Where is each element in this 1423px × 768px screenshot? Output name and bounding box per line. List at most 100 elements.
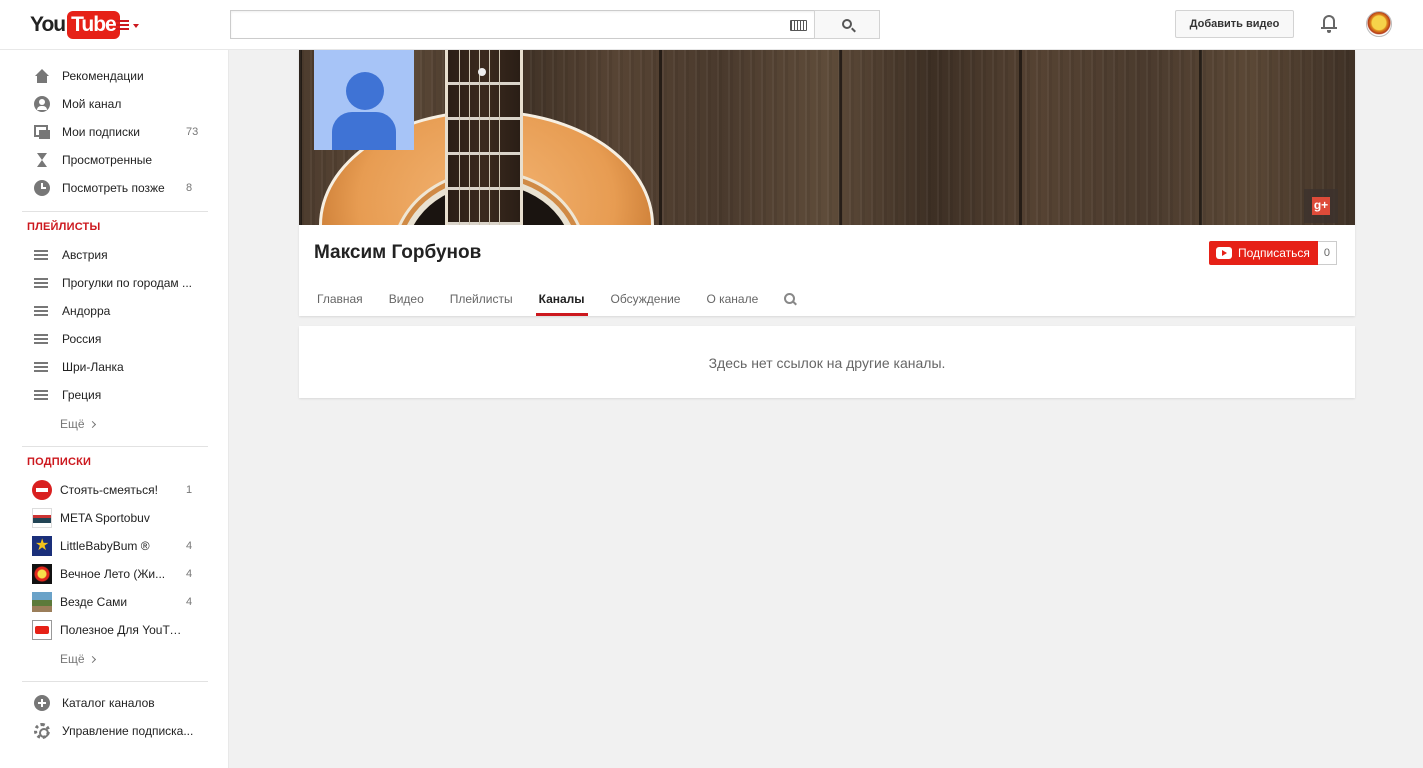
keyboard-icon[interactable]: [790, 20, 807, 31]
sidebar-item-label: Вечное Лето (Жи...: [60, 567, 166, 581]
channel-thumbnail: [32, 536, 52, 556]
tab-playlists[interactable]: Плейлисты: [450, 286, 513, 316]
sidebar-item-label: Стоять-смеяться!: [60, 483, 158, 497]
sidebar-item-label: Мой канал: [62, 97, 122, 111]
home-icon: [34, 68, 50, 84]
sidebar-item-subscription[interactable]: Стоять-смеяться! 1: [22, 476, 208, 504]
sidebar-item-playlist[interactable]: Россия: [22, 325, 208, 353]
more-label: Ещё: [60, 417, 85, 431]
history-icon: [34, 152, 50, 168]
sidebar-item-label: Каталог каналов: [62, 696, 155, 710]
search-button[interactable]: [814, 10, 880, 39]
subscriptions-heading[interactable]: ПОДПИСКИ: [27, 456, 91, 468]
sidebar-item-history[interactable]: Просмотренные: [22, 146, 208, 174]
google-plus-icon: g+: [1312, 197, 1330, 215]
search-box: [230, 10, 815, 39]
sidebar-item-count: 4: [186, 540, 193, 552]
channel-header: g+ Максим Горбунов Подписаться 0 Главная…: [299, 50, 1355, 316]
sidebar-item-watch-later[interactable]: Посмотреть позже 8: [22, 174, 208, 202]
playlist-icon: [34, 303, 50, 319]
youtube-play-icon: [1216, 247, 1232, 259]
sidebar-item-recommended[interactable]: Рекомендации: [22, 62, 208, 90]
sidebar-item-label: Прогулки по городам ...: [62, 276, 193, 290]
watch-later-icon: [34, 180, 50, 196]
sidebar-item-label: Андорра: [62, 304, 111, 318]
playlists-heading[interactable]: ПЛЕЙЛИСТЫ: [27, 221, 100, 233]
tab-channels[interactable]: Каналы: [535, 286, 588, 316]
sidebar-item-playlist[interactable]: Андорра: [22, 297, 208, 325]
sidebar-item-count: 73: [186, 126, 199, 138]
account-avatar[interactable]: [1366, 11, 1392, 37]
channel-thumbnail: [32, 508, 52, 528]
upload-video-button[interactable]: Добавить видео: [1175, 10, 1294, 38]
sidebar-item-count: 4: [186, 568, 193, 580]
search-icon: [842, 19, 852, 29]
sidebar-item-subscription[interactable]: Вечное Лето (Жи... 4: [22, 560, 208, 588]
subscribe-button[interactable]: Подписаться: [1209, 241, 1318, 265]
channel-thumbnail: [32, 592, 52, 612]
sidebar-item-manage-subscriptions[interactable]: Управление подписка...: [22, 717, 208, 745]
channel-search-icon[interactable]: [784, 293, 798, 307]
sidebar-divider: [22, 446, 208, 447]
sidebar-item-playlist[interactable]: Прогулки по городам ...: [22, 269, 208, 297]
notifications-bell-icon[interactable]: [1321, 13, 1337, 33]
sidebar-item-label: Рекомендации: [62, 69, 144, 83]
caret-down-icon: [133, 24, 139, 28]
youtube-logo[interactable]: You Tube: [30, 11, 120, 39]
subscriptions-icon: [34, 124, 50, 140]
subscriptions-more-link[interactable]: Ещё: [60, 652, 96, 666]
sidebar-item-playlist[interactable]: Шри-Ланка: [22, 353, 208, 381]
tab-about[interactable]: О канале: [706, 286, 758, 316]
sidebar-item-label: Греция: [62, 388, 102, 402]
sidebar-divider: [22, 211, 208, 212]
sidebar-item-subscriptions[interactable]: Мои подписки 73: [22, 118, 208, 146]
channel-thumbnail: [32, 480, 52, 500]
gear-icon: [34, 723, 50, 739]
sidebar-item-count: 8: [186, 182, 193, 194]
sidebar-item-playlist[interactable]: Греция: [22, 381, 208, 409]
sidebar-item-my-channel[interactable]: Мой канал: [22, 90, 208, 118]
sidebar-item-subscription[interactable]: META Sportobuv: [22, 504, 208, 532]
sidebar-item-channel-catalog[interactable]: Каталог каналов: [22, 689, 208, 717]
playlists-more-link[interactable]: Ещё: [60, 417, 96, 431]
sidebar-item-playlist[interactable]: Австрия: [22, 241, 208, 269]
tab-discussion[interactable]: Обсуждение: [611, 286, 681, 316]
sidebar-item-subscription[interactable]: LittleBabyBum ® 4: [22, 532, 208, 560]
sidebar-item-label: META Sportobuv: [60, 511, 150, 525]
sidebar-item-label: Полезное Для YouTube: [60, 623, 186, 637]
sidebar-item-label: Австрия: [62, 248, 108, 262]
sidebar-item-subscription[interactable]: Везде Сами 4: [22, 588, 208, 616]
sidebar-item-subscription[interactable]: Полезное Для YouTube: [22, 616, 208, 644]
sidebar-item-count: 1: [186, 484, 193, 496]
playlist-icon: [34, 387, 50, 403]
google-plus-button[interactable]: g+: [1304, 189, 1338, 223]
playlist-icon: [34, 359, 50, 375]
tab-videos[interactable]: Видео: [389, 286, 424, 316]
search-input[interactable]: [231, 11, 771, 38]
chevron-right-icon: [88, 655, 96, 664]
channel-avatar[interactable]: [314, 50, 414, 150]
hamburger-icon: [116, 20, 129, 22]
logo-you-text: You: [30, 13, 66, 36]
sidebar-item-label: Россия: [62, 332, 102, 346]
channels-content-panel: Здесь нет ссылок на другие каналы.: [299, 326, 1355, 398]
sidebar-item-label: Мои подписки: [62, 125, 140, 139]
subscribe-widget: Подписаться 0: [1209, 241, 1338, 265]
channel-title[interactable]: Максим Горбунов: [314, 242, 481, 264]
guide-menu-button[interactable]: [116, 18, 142, 34]
channel-thumbnail: [32, 564, 52, 584]
subscriber-count: 0: [1317, 241, 1338, 265]
playlist-icon: [34, 275, 50, 291]
chevron-right-icon: [88, 420, 96, 429]
default-avatar-icon: [346, 72, 384, 110]
add-circle-icon: [34, 695, 50, 711]
logo-tube-text: Tube: [67, 11, 120, 39]
empty-state-message: Здесь нет ссылок на другие каналы.: [708, 355, 946, 371]
sidebar-item-label: Шри-Ланка: [62, 360, 124, 374]
user-icon: [34, 96, 50, 112]
sidebar-item-label: LittleBabyBum ®: [60, 539, 150, 553]
sidebar-divider: [22, 681, 208, 682]
sidebar-item-count: 4: [186, 596, 193, 608]
sidebar-item-label: Просмотренные: [62, 153, 153, 167]
tab-home[interactable]: Главная: [317, 286, 363, 316]
